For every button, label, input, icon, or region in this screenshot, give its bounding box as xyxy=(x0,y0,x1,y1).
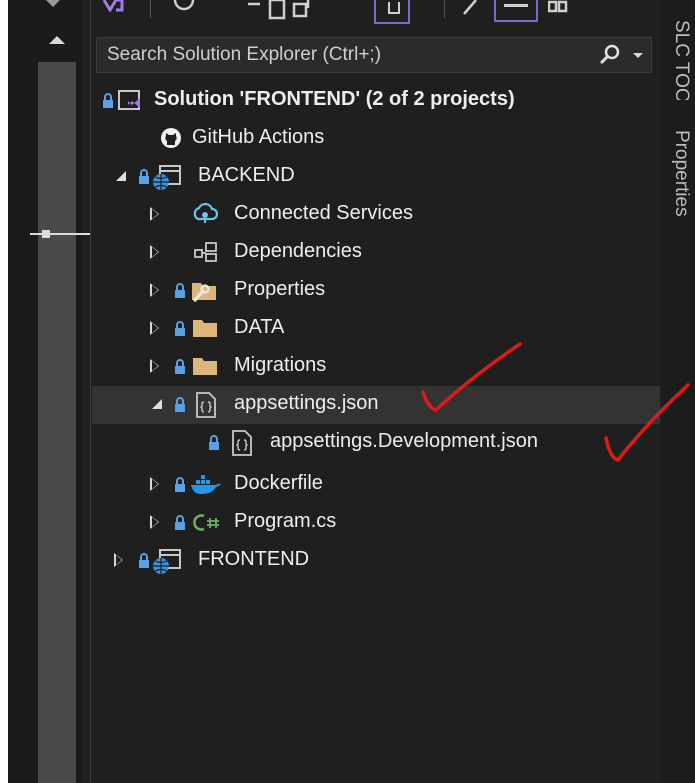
toolbar-separator xyxy=(150,0,151,18)
solution-icon xyxy=(118,90,140,110)
solution-label: Solution 'FRONTEND' (2 of 2 projects) xyxy=(154,88,515,110)
dockerfile-label: Dockerfile xyxy=(234,472,323,494)
lock-icon xyxy=(209,435,219,450)
search-solution-explorer[interactable] xyxy=(96,37,652,73)
show-all-files-button[interactable] xyxy=(374,0,410,24)
frontend-label: FRONTEND xyxy=(198,548,310,570)
lock-icon xyxy=(139,553,149,568)
sync-icon[interactable] xyxy=(172,0,196,12)
tree-item-data[interactable]: DATA xyxy=(92,310,660,348)
scrollbar-track[interactable] xyxy=(38,62,76,783)
collapsed-arrow-icon[interactable] xyxy=(150,359,159,373)
properties-folder-icon xyxy=(192,283,216,303)
dependencies-label: Dependencies xyxy=(234,240,362,262)
tree-item-migrations[interactable]: Migrations xyxy=(92,348,660,386)
collapsed-arrow-icon[interactable] xyxy=(150,283,159,297)
toolbar-separator-2 xyxy=(444,0,445,18)
view-icons[interactable] xyxy=(242,0,322,22)
tree-item-properties[interactable]: Properties xyxy=(92,272,660,310)
lock-icon xyxy=(175,359,185,374)
collapsed-arrow-icon[interactable] xyxy=(150,515,159,529)
collapsed-arrow-icon[interactable] xyxy=(150,477,159,491)
tab-properties[interactable]: Properties xyxy=(670,130,692,217)
folder-icon xyxy=(193,320,217,337)
json-file-icon xyxy=(196,392,216,418)
tree-item-frontend[interactable]: FRONTEND xyxy=(92,542,660,580)
csharp-file-icon xyxy=(193,514,219,531)
collapsed-arrow-icon[interactable] xyxy=(150,321,159,335)
vertical-scrollbar[interactable] xyxy=(8,0,90,783)
data-label: DATA xyxy=(234,316,285,338)
github-icon xyxy=(161,128,181,148)
lock-icon xyxy=(175,515,185,530)
tree-item-dockerfile[interactable]: Dockerfile xyxy=(92,466,660,504)
panel-divider xyxy=(90,0,91,783)
tree-item-dependencies[interactable]: Dependencies xyxy=(92,234,660,272)
tree-item-backend[interactable]: BACKEND xyxy=(92,158,660,196)
preview-selected-button[interactable] xyxy=(494,0,538,22)
folder-icon xyxy=(193,358,217,375)
appsettings-json-label: appsettings.json xyxy=(234,392,379,414)
tree-item-connected-services[interactable]: Connected Services xyxy=(92,196,660,234)
appsettings-development-json-label: appsettings.Development.json xyxy=(270,430,538,452)
search-icon[interactable] xyxy=(599,44,621,66)
solution-explorer-toolbar xyxy=(92,0,662,30)
migrations-label: Migrations xyxy=(234,354,327,376)
json-file-icon xyxy=(232,430,252,456)
left-margin xyxy=(0,0,8,783)
vs-solution-icon[interactable] xyxy=(102,0,124,12)
expanded-arrow-icon[interactable] xyxy=(152,399,162,409)
scrollbar-thumb-grip xyxy=(42,230,50,238)
collapsed-arrow-icon[interactable] xyxy=(150,207,159,221)
search-input[interactable] xyxy=(97,38,607,72)
tree-item-github-actions[interactable]: GitHub Actions xyxy=(92,120,660,158)
scroll-top-arrow-icon xyxy=(46,0,60,7)
grid-icon[interactable] xyxy=(548,0,568,16)
collapsed-arrow-icon[interactable] xyxy=(150,245,159,259)
tree-item-solution[interactable]: Solution 'FRONTEND' (2 of 2 projects) xyxy=(92,82,660,120)
properties-label: Properties xyxy=(234,278,326,300)
scroll-up-arrow-icon[interactable] xyxy=(49,36,65,44)
lock-icon xyxy=(175,397,185,412)
lock-icon xyxy=(175,477,185,492)
wrench-icon[interactable] xyxy=(460,0,480,18)
dependencies-icon xyxy=(194,242,217,262)
tree-item-appsettings-json[interactable]: appsettings.json xyxy=(92,386,660,424)
connected-services-icon xyxy=(193,203,218,223)
lock-icon xyxy=(175,321,185,336)
connected-services-label: Connected Services xyxy=(234,202,413,224)
lock-icon xyxy=(103,93,113,108)
tree-item-program-cs[interactable]: Program.cs xyxy=(92,504,660,542)
tree-item-appsettings-development-json[interactable]: appsettings.Development.json xyxy=(92,424,660,462)
backend-label: BACKEND xyxy=(198,164,295,186)
search-options-chevron-down-icon[interactable] xyxy=(633,53,643,58)
github-actions-label: GitHub Actions xyxy=(192,126,325,148)
lock-icon xyxy=(139,169,149,184)
lock-icon xyxy=(175,283,185,298)
scrollbar-thumb[interactable] xyxy=(30,233,90,235)
web-project-icon xyxy=(153,549,181,574)
web-project-icon xyxy=(153,165,181,190)
program-cs-label: Program.cs xyxy=(234,510,337,532)
collapsed-arrow-icon[interactable] xyxy=(114,553,123,567)
expanded-arrow-icon[interactable] xyxy=(116,171,126,181)
side-tab-strip xyxy=(662,0,695,783)
docker-icon xyxy=(191,475,221,494)
tab-slc-tools[interactable]: SLC TOOLS xyxy=(670,20,692,100)
